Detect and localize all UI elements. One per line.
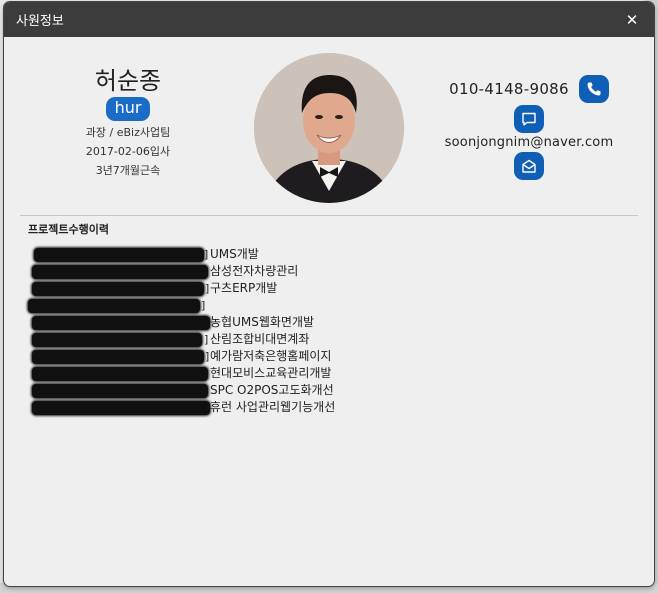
redacted-dates [32, 265, 208, 279]
modal-titlebar: 사원정보 ✕ [4, 2, 654, 37]
message-icon [522, 112, 536, 126]
avatar-photo [254, 53, 404, 203]
mail-icon [522, 159, 536, 173]
phone-call-button[interactable] [578, 75, 609, 103]
redacted-dates [32, 350, 204, 364]
employee-info-modal: 사원정보 ✕ 허순종 hur 과장 / eBiz사업팀 2017-02-06입사… [4, 2, 654, 586]
section-divider [20, 215, 638, 216]
redacted-dates [32, 333, 202, 347]
tenure: 3년7개월근속 [95, 164, 161, 177]
avatar [254, 53, 404, 203]
redacted-dates [32, 282, 204, 296]
send-message-button[interactable] [514, 105, 544, 133]
employee-name: 허순종 [94, 67, 162, 95]
bracket: ] [204, 248, 209, 261]
project-name: 예가람저축은행홈페이지 [210, 349, 332, 363]
email-address: soonjongnim@naver.com [444, 135, 614, 150]
modal-title: 사원정보 [16, 14, 64, 29]
employee-id-badge: hur [105, 97, 151, 121]
project-name: 삼성전자차량관리 [210, 264, 299, 278]
bracket: ] [204, 333, 209, 346]
close-icon[interactable]: ✕ [622, 11, 642, 29]
phone-row: 010-4148-9086 [444, 75, 614, 103]
redacted-dates [34, 248, 204, 262]
phone-number: 010-4148-9086 [449, 80, 569, 98]
bracket: ] [205, 282, 210, 295]
project-name: 휴런 사업관리웹기능개선 [210, 400, 336, 414]
project-name: UMS개발 [210, 247, 259, 261]
project-name: 농협UMS웹화면개발 [210, 315, 315, 329]
project-name: SPC O2POS고도화개선 [210, 383, 334, 397]
redacted-dates [32, 367, 208, 381]
project-name: 현대모비스교육관리개발 [210, 366, 332, 380]
send-mail-button[interactable] [514, 152, 544, 180]
phone-icon [587, 82, 601, 96]
bracket: ] [201, 299, 206, 312]
project-history-title: 프로젝트수행이력 [28, 223, 109, 236]
bracket: ] [205, 350, 210, 363]
position-team: 과장 / eBiz사업팀 [85, 126, 171, 139]
employee-summary: 허순종 hur 과장 / eBiz사업팀 2017-02-06입사 3년7개월근… [60, 67, 196, 180]
redacted-dates [32, 401, 210, 415]
project-name: 산림조합비대면계좌 [210, 332, 310, 346]
redacted-dates [32, 384, 208, 398]
redacted-dates [28, 299, 200, 313]
hire-date: 2017-02-06입사 [85, 145, 171, 158]
contact-info: 010-4148-9086 soonjongnim@naver.com [444, 75, 614, 180]
redacted-dates [32, 316, 210, 330]
modal-content: 허순종 hur 과장 / eBiz사업팀 2017-02-06입사 3년7개월근… [4, 37, 654, 586]
project-name: 구츠ERP개발 [210, 281, 278, 295]
